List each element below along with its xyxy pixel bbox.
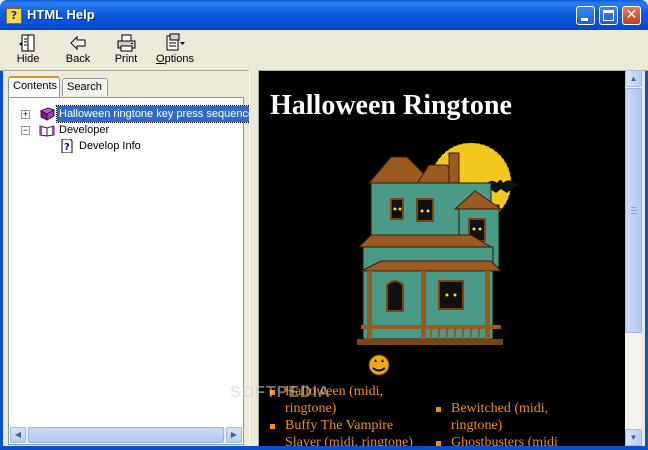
- options-button[interactable]: Options: [156, 33, 194, 69]
- navigation-pane: Contents Search + Halloween ringtone key…: [4, 74, 258, 446]
- collapse-icon[interactable]: −: [21, 126, 30, 135]
- expand-icon[interactable]: +: [21, 110, 30, 119]
- scroll-up-icon[interactable]: ▲: [625, 70, 642, 87]
- tab-contents-label: Contents: [13, 80, 58, 92]
- tree-item-halloween-ringtone[interactable]: + Halloween ringtone key press sequence: [9, 105, 258, 123]
- maximize-icon: [603, 10, 614, 21]
- grip-line: [631, 207, 637, 208]
- tab-search[interactable]: Search: [62, 78, 108, 96]
- maximize-button[interactable]: [599, 6, 618, 25]
- print-button[interactable]: Print: [110, 33, 142, 69]
- tree-horizontal-scrollbar[interactable]: ◀ ▶: [10, 427, 242, 443]
- options-icon: [166, 33, 185, 51]
- bullet-icon: [270, 424, 275, 429]
- back-arrow-icon: [70, 35, 86, 51]
- content-vertical-scrollbar[interactable]: ▲ ▼: [625, 70, 642, 446]
- grip-line: [631, 213, 637, 214]
- minimize-button[interactable]: [576, 6, 595, 25]
- softpedia-watermark: SOFTPEDIA: [230, 384, 331, 401]
- list-item[interactable]: Buffy The Vampire Slayer (midi, ringtone…: [269, 417, 419, 447]
- scroll-down-icon[interactable]: ▼: [625, 429, 642, 446]
- tab-search-label: Search: [67, 81, 102, 93]
- ringtone-list-right: Bewitched (midi, ringtone) Ghostbusters …: [435, 400, 585, 447]
- printer-icon: [117, 34, 136, 52]
- ringtone-link-buffy[interactable]: Buffy The Vampire Slayer (midi, ringtone…: [285, 418, 413, 447]
- svg-text:?: ?: [64, 142, 70, 153]
- scroll-thumb[interactable]: [28, 427, 224, 443]
- hide-pane-icon: [19, 34, 35, 52]
- book-open-icon: [39, 125, 55, 137]
- page-title: Halloween Ringtone: [270, 90, 512, 121]
- toolbar: Hide Back Print Options: [0, 30, 648, 71]
- print-label: Print: [114, 53, 138, 65]
- scroll-left-icon[interactable]: ◀: [10, 427, 26, 443]
- window-frame-left: [0, 30, 3, 450]
- scroll-thumb[interactable]: [625, 88, 642, 333]
- tree-item-label: Developer: [59, 124, 110, 136]
- bullet-icon: [436, 407, 441, 412]
- hide-button[interactable]: Hide: [12, 33, 44, 69]
- haunted-house-image: [357, 143, 519, 376]
- back-label: Back: [65, 53, 91, 65]
- scroll-right-icon[interactable]: ▶: [226, 427, 242, 443]
- close-icon: ✕: [625, 7, 638, 23]
- contents-tree[interactable]: + Halloween ringtone key press sequence …: [8, 97, 258, 445]
- window-frame-bottom: [0, 446, 648, 450]
- back-button[interactable]: Back: [62, 33, 94, 69]
- tree-item-label: Develop Info: [79, 140, 141, 152]
- book-closed-icon: [39, 107, 55, 121]
- help-app-icon: ?: [6, 8, 22, 24]
- hide-label: Hide: [16, 53, 40, 65]
- options-label: Options: [156, 53, 194, 65]
- close-button[interactable]: ✕: [622, 6, 641, 25]
- title-bar[interactable]: ? HTML Help ✕: [0, 0, 648, 30]
- grip-line: [631, 210, 637, 211]
- ringtone-link-bewitched[interactable]: Bewitched (midi, ringtone): [451, 401, 548, 433]
- help-page-icon: ?: [61, 139, 73, 153]
- tab-contents[interactable]: Contents: [8, 76, 60, 97]
- list-item[interactable]: Bewitched (midi, ringtone): [435, 400, 585, 434]
- tree-item-develop-info[interactable]: ? Develop Info: [9, 138, 243, 154]
- window-title: HTML Help: [27, 7, 95, 22]
- tree-item-developer[interactable]: − Developer: [9, 122, 243, 138]
- tree-item-label: Halloween ringtone key press sequence: [55, 105, 258, 123]
- minimize-icon: [581, 18, 588, 21]
